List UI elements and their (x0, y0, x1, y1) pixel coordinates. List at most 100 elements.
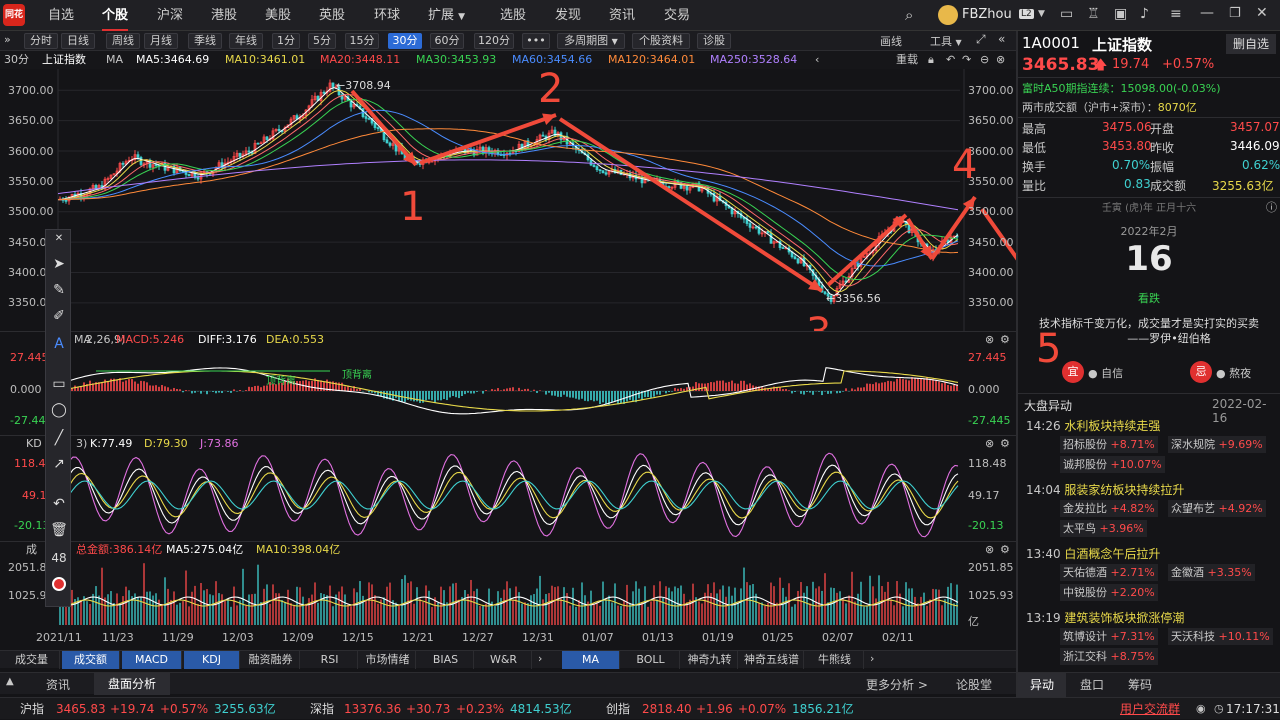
nav-item-uk[interactable]: 英股 (319, 0, 345, 31)
tab-turnover[interactable]: 成交额 (62, 651, 120, 669)
tab-chips[interactable]: 筹码 (1118, 673, 1162, 697)
period-30min[interactable]: 30分 (388, 33, 422, 49)
volume-label[interactable]: 成 (26, 542, 37, 558)
status-cy-name[interactable]: 创指 (606, 698, 630, 720)
tabs-next-icon[interactable]: › (538, 652, 542, 665)
close-volume-icon[interactable]: ⊗ (985, 542, 994, 558)
mover-group[interactable]: 13:40 白酒概念午后拉升 (1026, 545, 1160, 562)
mover-stock[interactable]: 浙江交科 +8.75% (1060, 648, 1158, 665)
tabs-next-icon[interactable]: › (870, 652, 874, 665)
mover-stock[interactable]: 中锐股份 +2.20% (1060, 584, 1158, 601)
kdj-label[interactable]: KD (26, 436, 42, 452)
close-icon[interactable]: ✕ (46, 230, 72, 248)
nav-item-discover[interactable]: 发现 (555, 0, 581, 31)
nav-item-us[interactable]: 美股 (265, 0, 291, 31)
stroke-size[interactable]: 48 (46, 546, 72, 570)
tab-volume[interactable]: 成交量 (4, 651, 60, 669)
brush-icon[interactable]: ✎ (46, 278, 72, 302)
tab-margin[interactable]: 融资融券 (242, 651, 300, 669)
search-icon[interactable]: ⌕ (905, 6, 913, 24)
close-icon[interactable]: ✕ (1256, 5, 1268, 21)
tools-button[interactable]: 工具 ▼ (930, 33, 962, 49)
lock-icon[interactable]: 🔒︎ (928, 51, 934, 69)
avatar[interactable] (938, 5, 958, 25)
redo-icon[interactable]: ↷ (962, 51, 971, 69)
nav-item-watchlist[interactable]: 自选 (48, 0, 74, 31)
tab-orderbook[interactable]: 盘口 (1070, 673, 1114, 697)
ellipse-icon[interactable]: ◯ (46, 398, 72, 422)
period-week[interactable]: 周线 (106, 33, 140, 49)
settings-macd-icon[interactable]: ⚙ (1000, 332, 1010, 348)
mover-stock[interactable]: 深水规院 +9.69% (1168, 436, 1266, 453)
collapse-ma-icon[interactable]: ‹ (815, 51, 819, 69)
user-group-link[interactable]: 用户交流群 (1120, 698, 1180, 720)
reload-button[interactable]: 重载 (896, 51, 918, 69)
tab-magic-nine[interactable]: 神奇九转 (682, 651, 738, 669)
mover-stock[interactable]: 天沃科技 +10.11% (1168, 628, 1273, 645)
mover-stock[interactable]: 天佑德酒 +2.71% (1060, 564, 1158, 581)
mover-stock[interactable]: 诚邦股份 +10.07% (1060, 456, 1165, 473)
tab-sentiment[interactable]: 市场情绪 (360, 651, 416, 669)
arrow-icon[interactable]: ↗ (46, 452, 72, 476)
expand-left-icon[interactable]: » (4, 33, 11, 46)
tab-boll[interactable]: BOLL (622, 651, 680, 669)
tab-bias[interactable]: BIAS (418, 651, 474, 669)
period-5min[interactable]: 5分 (308, 33, 336, 49)
tab-wr[interactable]: W&R (476, 651, 532, 669)
mover-stock[interactable]: 招标股份 +8.71% (1060, 436, 1158, 453)
nav-item-hk[interactable]: 港股 (211, 0, 237, 31)
minimize-icon[interactable]: — (1200, 5, 1214, 21)
close-kdj-icon[interactable]: ⊗ (985, 436, 994, 452)
draw-line-button[interactable]: 画线 (880, 33, 902, 49)
close-macd-icon[interactable]: ⊗ (985, 332, 994, 348)
more-analysis-link[interactable]: 更多分析 > (866, 676, 928, 693)
settings-volume-icon[interactable]: ⚙ (1000, 542, 1010, 558)
message-icon[interactable]: ▭ (1060, 6, 1073, 22)
undo-icon[interactable]: ↶ (46, 492, 72, 516)
tab-news[interactable]: 资讯 (46, 676, 70, 693)
period-120min[interactable]: 120分 (474, 33, 514, 49)
macd-chart[interactable] (0, 347, 1016, 435)
rectangle-icon[interactable]: ▭ (46, 372, 72, 396)
tab-magic-five[interactable]: 神奇五线谱 (740, 651, 804, 669)
shirt-icon[interactable]: ♖ (1087, 6, 1100, 22)
fullscreen-icon[interactable]: ⤢ (976, 32, 986, 47)
stock-info-button[interactable]: 个股资料 (632, 33, 690, 49)
mover-stock[interactable]: 金发拉比 +4.82% (1060, 500, 1158, 517)
mover-group[interactable]: 13:19 建筑装饰板块掀涨停潮 (1026, 609, 1184, 626)
period-15min[interactable]: 15分 (345, 33, 379, 49)
undo-icon[interactable]: ↶ (946, 51, 955, 69)
nav-item-hushen[interactable]: 沪深 (157, 0, 183, 31)
tab-rsi[interactable]: RSI (302, 651, 358, 669)
forum-link[interactable]: 论股堂 (956, 676, 992, 693)
mover-group[interactable]: 14:04 服装家纺板块持续拉升 (1026, 481, 1184, 498)
bell-icon[interactable]: ♪ (1140, 6, 1149, 22)
period-fenshi[interactable]: 分时 (24, 33, 58, 49)
tab-kdj[interactable]: KDJ (184, 651, 240, 669)
close-chart-icon[interactable]: ⊗ (996, 51, 1005, 69)
line-icon[interactable]: ╱ (46, 426, 72, 450)
tab-market-analysis[interactable]: 盘面分析 (94, 673, 170, 695)
collapse-up-icon[interactable]: ▲ (6, 676, 14, 687)
tab-ma[interactable]: MA (562, 651, 620, 669)
period-quarter[interactable]: 季线 (188, 33, 222, 49)
nav-item-extend[interactable]: 扩展 ▼ (428, 0, 465, 31)
trash-icon[interactable]: 🗑︎ (46, 518, 72, 542)
info-icon[interactable]: ⓘ (1266, 199, 1277, 215)
period-60min[interactable]: 60分 (430, 33, 464, 49)
text-icon[interactable]: A (46, 332, 72, 356)
period-year[interactable]: 年线 (229, 33, 263, 49)
more-periods-button[interactable]: ••• (522, 33, 550, 49)
volume-chart[interactable] (0, 557, 1016, 629)
tab-bull-bear[interactable]: 牛熊线 (806, 651, 864, 669)
user-menu-caret-icon[interactable]: ▼ (1038, 9, 1045, 19)
diagnose-button[interactable]: 诊股 (697, 33, 731, 49)
period-1min[interactable]: 1分 (272, 33, 300, 49)
color-picker[interactable] (46, 572, 72, 596)
multi-period-dropdown[interactable]: 多周期图 ▼ (557, 33, 625, 49)
period-month[interactable]: 月线 (144, 33, 178, 49)
gift-icon[interactable]: ▣ (1114, 6, 1127, 22)
period-day[interactable]: 日线 (61, 33, 95, 49)
maximize-icon[interactable]: ❐ (1229, 6, 1241, 21)
pen-icon[interactable]: ✐ (46, 304, 72, 328)
